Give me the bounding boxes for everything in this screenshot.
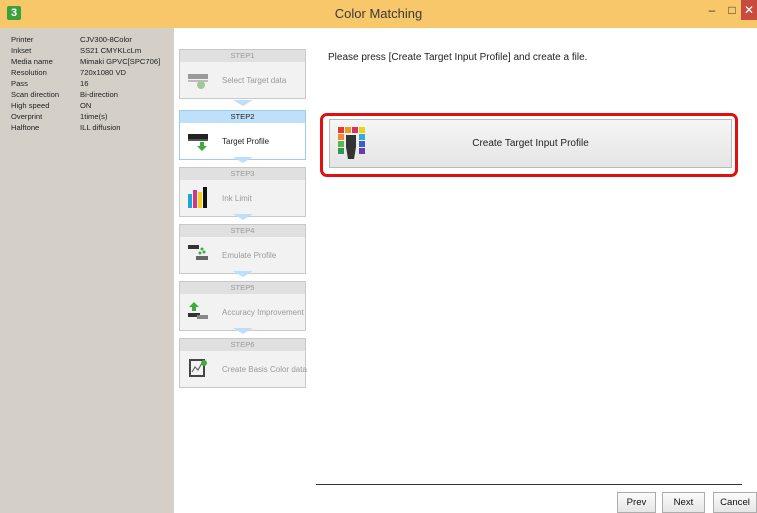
create-button-label: Create Target Input Profile: [472, 138, 589, 149]
upload-printer-icon: [188, 302, 208, 319]
info-label: Overprint: [11, 112, 43, 121]
step-head: STEP3: [180, 168, 305, 180]
step-arrow: [233, 214, 253, 220]
step-head: STEP1: [180, 50, 305, 62]
cancel-button[interactable]: Cancel: [713, 492, 757, 513]
emulate-printer-icon: [188, 245, 208, 260]
printer-icon: [188, 74, 208, 89]
step-head: STEP5: [180, 282, 305, 294]
step-head: STEP4: [180, 225, 305, 237]
info-value: 720x1080 VD: [80, 68, 127, 77]
info-label: Halftone: [11, 123, 40, 132]
info-label: High speed: [11, 101, 50, 110]
step-arrow: [233, 100, 253, 106]
step-3-ink-limit[interactable]: STEP3 Ink Limit: [179, 167, 306, 217]
prev-button[interactable]: Prev: [617, 492, 656, 513]
info-value: SS21 CMYKLcLm: [80, 46, 142, 55]
step-label: Ink Limit: [222, 194, 252, 203]
info-value: 16: [80, 79, 89, 88]
window-title: Color Matching: [334, 6, 423, 21]
maximize-button[interactable]: □: [722, 0, 742, 20]
close-button[interactable]: ✕: [741, 0, 757, 20]
title-bar: 3 Color Matching – □ ✕: [0, 0, 757, 28]
step-head: STEP2: [180, 111, 305, 123]
step-arrow: [233, 157, 253, 163]
step-label: Accuracy Improvement: [222, 308, 304, 317]
info-value: Mimaki GPVC[SPC706]: [80, 57, 161, 66]
footer-divider: [316, 484, 742, 485]
step-label: Select Target data: [222, 76, 287, 85]
ink-bars-icon: [188, 187, 207, 208]
info-label: Inkset: [11, 46, 32, 55]
step-2-target-profile[interactable]: STEP2 Target Profile: [179, 110, 306, 160]
info-label: Media name: [11, 57, 53, 66]
info-value: ON: [80, 101, 92, 110]
instruction-text: Please press [Create Target Input Profil…: [328, 52, 588, 63]
step-arrow: [233, 271, 253, 277]
info-label: Printer: [11, 35, 34, 44]
printer-download-icon: [188, 134, 208, 151]
info-label: Resolution: [11, 68, 47, 77]
info-label: Pass: [11, 79, 28, 88]
info-label: Scan direction: [11, 90, 60, 99]
step-label: Emulate Profile: [222, 251, 277, 260]
step-label: Target Profile: [222, 137, 270, 146]
info-value: 1time(s): [80, 112, 108, 121]
info-value: Bi-direction: [80, 90, 118, 99]
minimize-button[interactable]: –: [702, 0, 722, 20]
info-value: ILL diffusion: [80, 123, 121, 132]
next-button[interactable]: Next: [662, 492, 705, 513]
step-arrow: [233, 328, 253, 334]
step-4-emulate-profile[interactable]: STEP4 Emulate Profile: [179, 224, 306, 274]
info-value: CJV300-8Color: [80, 35, 132, 44]
step-5-accuracy-improvement[interactable]: STEP5 Accuracy Improvement: [179, 281, 306, 331]
printer-info-pane: Printer CJV300-8Color Inkset SS21 CMYKLc…: [0, 28, 174, 513]
chart-document-icon: [189, 359, 207, 377]
step-head: STEP6: [180, 339, 305, 351]
create-target-input-profile-button[interactable]: Create Target Input Profile: [329, 119, 732, 168]
step-label: Create Basis Color data: [222, 365, 307, 374]
step-6-create-basis-color-data[interactable]: STEP6 Create Basis Color data: [179, 338, 307, 388]
step-1-select-target-data[interactable]: STEP1 Select Target data: [179, 49, 306, 99]
